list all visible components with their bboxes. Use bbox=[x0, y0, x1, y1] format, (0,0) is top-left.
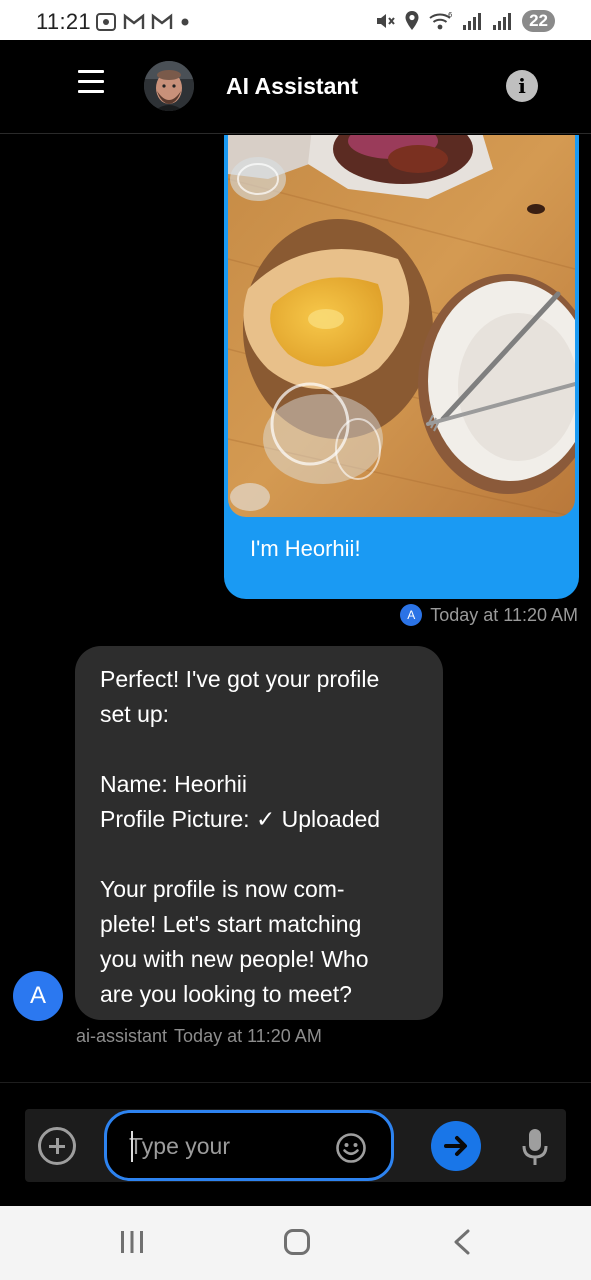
assistant-message-line: Perfect! I've got your profile bbox=[100, 666, 380, 692]
screenshot-icon bbox=[96, 13, 116, 31]
assistant-message-line: you with new people! Who bbox=[100, 946, 369, 972]
back-icon[interactable] bbox=[450, 1228, 474, 1256]
user-mini-avatar: A bbox=[400, 604, 423, 626]
composer-area bbox=[0, 1082, 591, 1206]
user-message-timestamp: Today at 11:20 AM bbox=[430, 604, 578, 625]
assistant-message-line: Name: Heorhii bbox=[100, 771, 247, 797]
microphone-icon[interactable] bbox=[520, 1127, 550, 1167]
emoji-icon[interactable] bbox=[335, 1132, 367, 1164]
assistant-message-line: Profile Picture: ✓ Uploaded bbox=[100, 806, 381, 832]
text-cursor bbox=[131, 1131, 133, 1162]
profile-photo bbox=[144, 61, 194, 111]
assistant-message-line: Your profile is now com- bbox=[100, 876, 345, 902]
home-icon[interactable] bbox=[284, 1229, 310, 1255]
status-time: 11:21 bbox=[36, 9, 91, 34]
food-photo-image bbox=[228, 135, 575, 517]
chat-area[interactable]: I'm Heorhii! A Today at 11:20 AM Perfect… bbox=[0, 135, 591, 1082]
recent-apps-icon[interactable] bbox=[119, 1230, 145, 1254]
status-left-icons bbox=[95, 12, 191, 32]
assistant-sender-name: ai-assistant bbox=[76, 1026, 168, 1046]
assistant-message-meta: ai-assistant Today at 11:20 AM bbox=[76, 1026, 322, 1047]
wifi-icon: 6 bbox=[429, 11, 453, 30]
signal-icon bbox=[493, 13, 512, 30]
send-button[interactable] bbox=[431, 1121, 481, 1171]
user-message-text: I'm Heorhii! bbox=[250, 536, 361, 561]
assistant-message-line: are you looking to meet? bbox=[100, 981, 352, 1007]
assistant-message-line: plete! Let's start matching bbox=[100, 911, 362, 937]
attached-photo[interactable] bbox=[228, 135, 575, 517]
composer bbox=[25, 1109, 566, 1182]
system-nav-bar bbox=[0, 1206, 591, 1280]
user-message-meta: A Today at 11:20 AM bbox=[400, 604, 578, 626]
battery-icon: 22 bbox=[522, 10, 555, 32]
status-right-icons: 6 22 bbox=[374, 10, 555, 32]
message-input[interactable] bbox=[129, 1131, 319, 1161]
page-title: AI Assistant bbox=[226, 73, 359, 99]
svg-text:6: 6 bbox=[448, 11, 453, 19]
add-attachment-icon[interactable] bbox=[38, 1127, 76, 1165]
signal-icon bbox=[463, 13, 482, 30]
app-header: AI Assistant i bbox=[0, 40, 591, 134]
mute-icon bbox=[377, 14, 395, 28]
assistant-message-timestamp: Today at 11:20 AM bbox=[174, 1026, 322, 1046]
hamburger-menu-icon[interactable] bbox=[78, 70, 104, 94]
assistant-avatar[interactable]: A bbox=[13, 971, 63, 1021]
status-bar: 11:21 6 22 bbox=[0, 0, 591, 40]
gmail-icon bbox=[123, 13, 145, 29]
dot-icon bbox=[181, 18, 189, 26]
avatar[interactable] bbox=[144, 61, 194, 111]
location-icon bbox=[405, 11, 419, 30]
user-message-bubble: I'm Heorhii! bbox=[224, 135, 579, 599]
assistant-message-bubble: Perfect! I've got your profile set up: N… bbox=[75, 646, 443, 1020]
info-icon[interactable]: i bbox=[506, 70, 538, 102]
assistant-message-line: set up: bbox=[100, 701, 170, 727]
message-input-container[interactable] bbox=[104, 1110, 394, 1181]
gmail-icon bbox=[151, 13, 173, 29]
arrow-right-icon bbox=[444, 1136, 467, 1156]
